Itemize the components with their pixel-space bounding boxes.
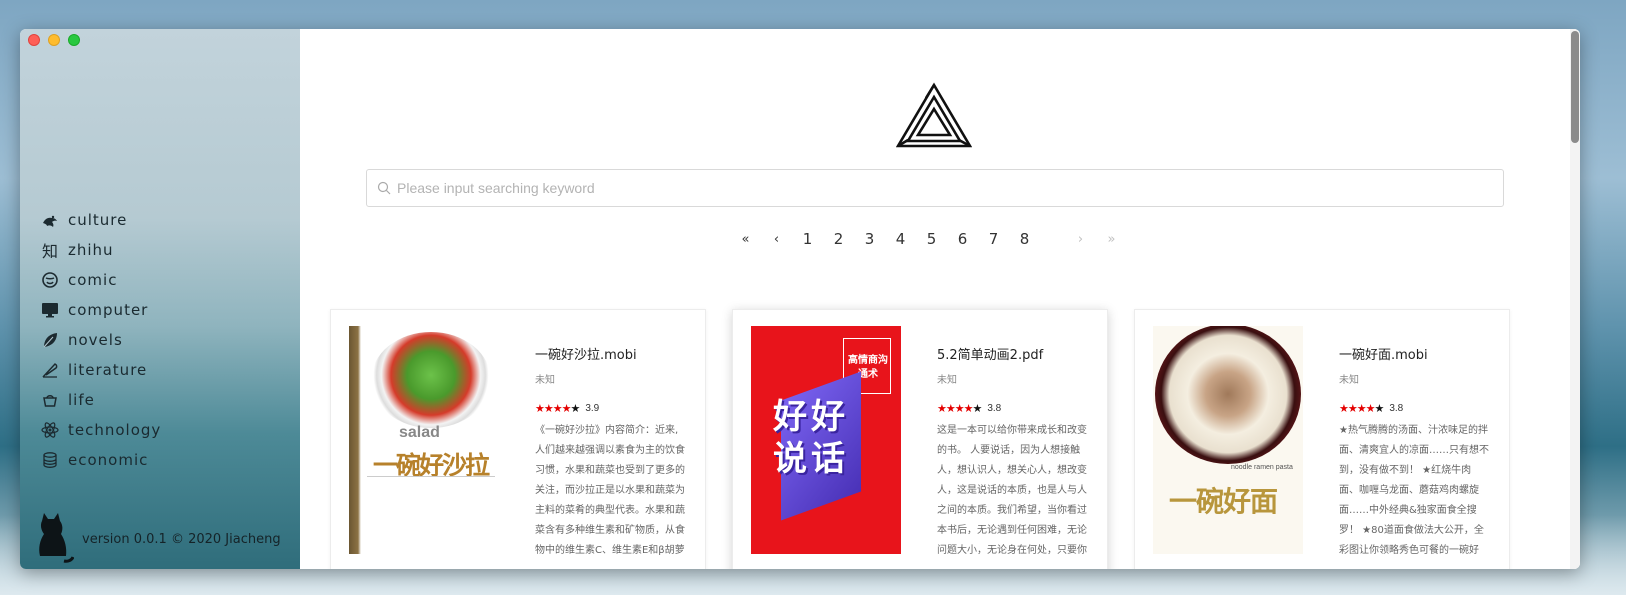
- page-button[interactable]: 2: [823, 230, 854, 248]
- page-button[interactable]: 7: [978, 230, 1009, 248]
- leaf-icon: [40, 330, 60, 350]
- sidebar-item-comic[interactable]: comic: [40, 265, 161, 295]
- sidebar-item-life[interactable]: life: [40, 385, 161, 415]
- book-card[interactable]: noodle ramen pasta 一碗好面 一碗好面.mobi 未知 ★★★…: [1134, 309, 1510, 569]
- page-button[interactable]: 5: [916, 230, 947, 248]
- sidebar-item-label: economic: [68, 451, 149, 469]
- book-description: 《一碗好沙拉》内容简介：近来,人们越来越强调以素食为主的饮食习惯，水果和蔬菜也受…: [535, 425, 685, 556]
- star-rating-icon: ★★★★★: [937, 403, 982, 415]
- noodle-bowl-image: [1155, 326, 1301, 464]
- sidebar-item-novels[interactable]: novels: [40, 325, 161, 355]
- sidebar-item-culture[interactable]: culture: [40, 205, 161, 235]
- book-description: 这是一本可以给你带来成长和改变的书。 人要说话，因为人想接触人，想认识人，想关心…: [937, 425, 1087, 556]
- zhihu-icon: 知: [41, 244, 58, 261]
- maximize-window-button[interactable]: [68, 34, 80, 46]
- book-card[interactable]: salad 一碗好沙拉 一碗好沙拉.mobi 未知 ★★★★★ 3.9 《一碗好…: [330, 309, 706, 569]
- book-title[interactable]: 5.2简单动画2.pdf: [937, 344, 1087, 363]
- search-icon: [377, 181, 391, 195]
- book-cover: noodle ramen pasta 一碗好面: [1153, 326, 1303, 554]
- page-button[interactable]: 8: [1009, 230, 1040, 248]
- rating-score: 3.8: [987, 403, 1002, 414]
- scrollbar-thumb[interactable]: [1571, 31, 1579, 143]
- sidebar-footer: version 0.0.1 © 2020 Jiacheng: [34, 511, 281, 567]
- book-title[interactable]: 一碗好沙拉.mobi: [535, 344, 685, 363]
- book-rating: ★★★★★ 3.9: [535, 402, 685, 415]
- sidebar: culture 知 zhihu comic computer novels li…: [20, 29, 300, 569]
- book-card[interactable]: 高情商沟通术 好好说话 5.2简单动画2.pdf 未知 ★★★★★ 3.8 这是…: [732, 309, 1108, 569]
- cover-title: 好好说话: [773, 398, 849, 478]
- salad-bowl-image: [371, 332, 491, 428]
- cover-subtitle: noodle ramen pasta: [1231, 464, 1293, 471]
- book-info: 一碗好面.mobi 未知 ★★★★★ 3.8 ★热气腾腾的汤面、汁浓味足的拌面、…: [1339, 344, 1489, 561]
- page-button[interactable]: 1: [792, 230, 823, 248]
- sidebar-item-label: zhihu: [68, 241, 114, 259]
- category-nav: culture 知 zhihu comic computer novels li…: [40, 205, 161, 475]
- book-title[interactable]: 一碗好面.mobi: [1339, 344, 1489, 363]
- sidebar-item-label: technology: [68, 421, 162, 439]
- book-cover: 高情商沟通术 好好说话: [751, 326, 901, 554]
- sidebar-item-label: computer: [68, 301, 149, 319]
- atom-icon: [40, 420, 60, 440]
- page-button[interactable]: 4: [885, 230, 916, 248]
- page-button[interactable]: 3: [854, 230, 885, 248]
- next-page-button[interactable]: ›: [1065, 232, 1096, 247]
- page-button[interactable]: 6: [947, 230, 978, 248]
- sidebar-item-computer[interactable]: computer: [40, 295, 161, 325]
- basket-icon: [40, 390, 60, 410]
- vertical-scrollbar[interactable]: [1570, 29, 1580, 569]
- window-controls: [28, 34, 80, 46]
- book-description: ★热气腾腾的汤面、汁浓味足的拌面、清爽宜人的凉面……只有想不到，没有做不到！ ★…: [1339, 425, 1489, 556]
- book-author: 未知: [535, 375, 555, 386]
- quill-icon: [40, 360, 60, 380]
- star-rating-icon: ★★★★★: [1339, 403, 1384, 415]
- cover-subtitle: salad: [399, 424, 440, 441]
- book-rating: ★★★★★ 3.8: [1339, 402, 1489, 415]
- monitor-icon: [40, 300, 60, 320]
- book-author: 未知: [937, 375, 957, 386]
- search-input[interactable]: [397, 180, 1487, 196]
- comic-icon: [40, 270, 60, 290]
- minimize-window-button[interactable]: [48, 34, 60, 46]
- sidebar-item-economic[interactable]: economic: [40, 445, 161, 475]
- sidebar-item-zhihu[interactable]: 知 zhihu: [40, 235, 161, 265]
- app-window: culture 知 zhihu comic computer novels li…: [20, 29, 1580, 569]
- last-page-button[interactable]: »: [1096, 232, 1127, 247]
- sidebar-item-label: life: [68, 391, 95, 409]
- book-cover: salad 一碗好沙拉: [349, 326, 499, 554]
- pagination: « ‹ 1 2 3 4 5 6 7 8 › »: [730, 230, 1127, 248]
- book-rating: ★★★★★ 3.8: [937, 402, 1087, 415]
- sidebar-item-label: culture: [68, 211, 128, 229]
- sidebar-item-label: literature: [68, 361, 148, 379]
- search-box[interactable]: [366, 169, 1504, 207]
- close-window-button[interactable]: [28, 34, 40, 46]
- sidebar-item-label: novels: [68, 331, 123, 349]
- book-info: 5.2简单动画2.pdf 未知 ★★★★★ 3.8 这是一本可以给你带来成长和改…: [937, 344, 1087, 561]
- sidebar-item-literature[interactable]: literature: [40, 355, 161, 385]
- cover-title: 一碗好面: [1169, 486, 1278, 517]
- first-page-button[interactable]: «: [730, 232, 761, 247]
- cat-logo-icon: [39, 513, 74, 563]
- book-info: 一碗好沙拉.mobi 未知 ★★★★★ 3.9 《一碗好沙拉》内容简介：近来,人…: [535, 344, 685, 561]
- prev-page-button[interactable]: ‹: [761, 232, 792, 247]
- star-rating-icon: ★★★★★: [535, 403, 580, 415]
- main-content: « ‹ 1 2 3 4 5 6 7 8 › » salad 一碗好沙拉: [300, 29, 1580, 569]
- sidebar-item-label: comic: [68, 271, 118, 289]
- penrose-triangle-logo-icon: [896, 82, 972, 148]
- coins-icon: [40, 450, 60, 470]
- rating-score: 3.8: [1389, 403, 1404, 414]
- book-author: 未知: [1339, 375, 1359, 386]
- sidebar-item-technology[interactable]: technology: [40, 415, 161, 445]
- rating-score: 3.9: [585, 403, 600, 414]
- dragon-icon: [40, 210, 60, 230]
- version-text: version 0.0.1 © 2020 Jiacheng: [82, 532, 281, 547]
